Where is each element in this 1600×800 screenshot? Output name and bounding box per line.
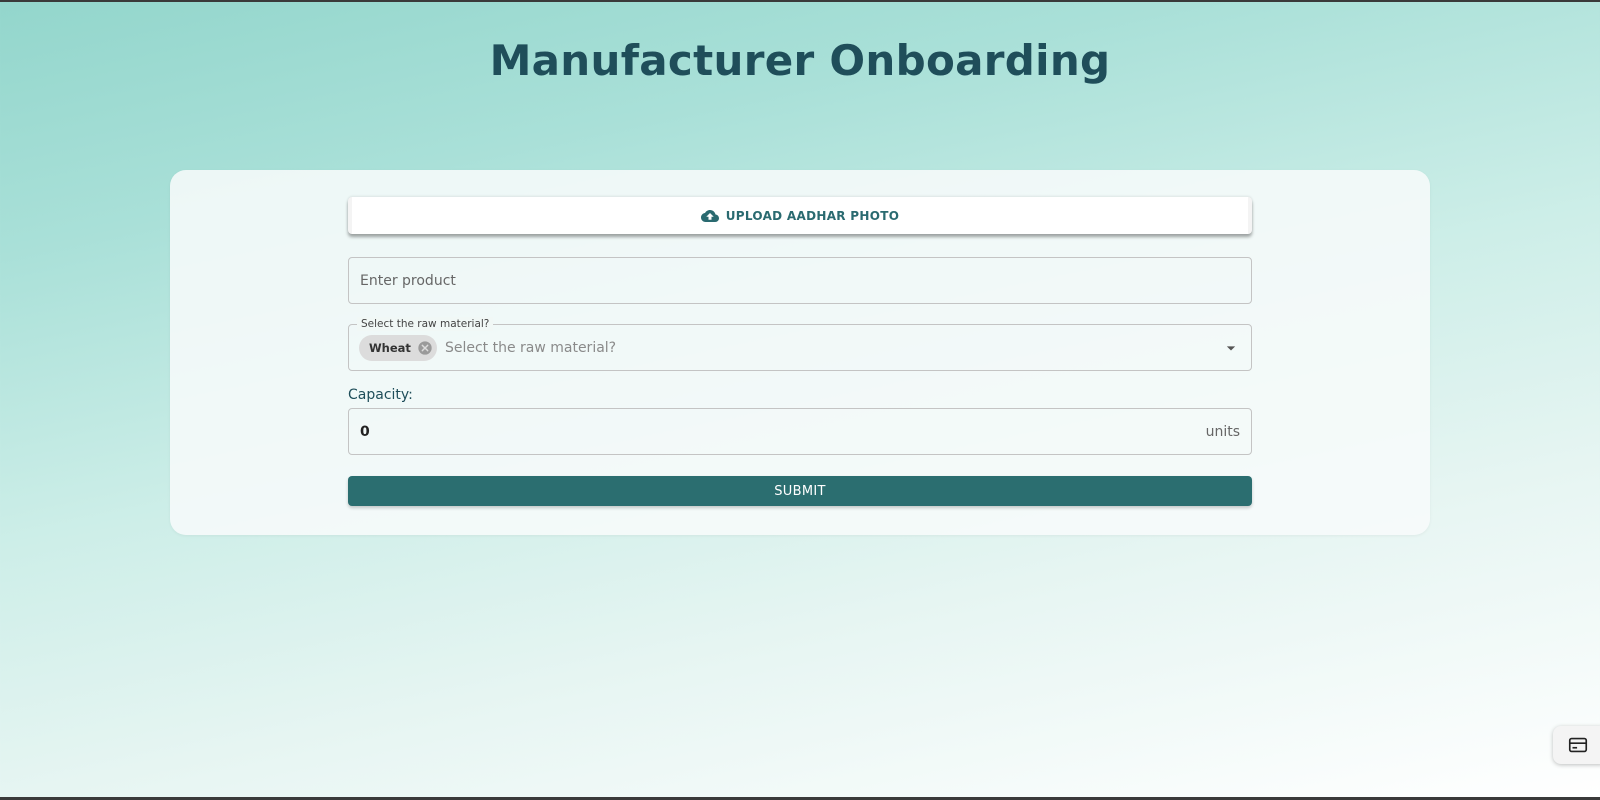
upload-button-label: UPLOAD AADHAR PHOTO: [725, 208, 900, 223]
raw-material-chip-label: Wheat: [369, 340, 411, 355]
floating-card-button[interactable]: [1553, 726, 1600, 764]
raw-material-select[interactable]: Select the raw material? Wheat Select th…: [348, 317, 1252, 371]
arrow-drop-down-icon[interactable]: [1221, 338, 1241, 358]
raw-material-chip: Wheat: [359, 334, 437, 361]
submit-button[interactable]: SUBMIT: [348, 476, 1252, 506]
window-top-border: [0, 0, 1600, 2]
cloud-upload-icon: [700, 207, 719, 225]
onboarding-card: UPLOAD AADHAR PHOTO Select the raw mater…: [170, 170, 1430, 535]
capacity-unit: units: [1205, 423, 1240, 440]
raw-material-select-placeholder: Select the raw material?: [444, 339, 617, 356]
raw-material-select-label: Select the raw material?: [357, 317, 494, 331]
cancel-icon[interactable]: [417, 340, 433, 356]
product-input[interactable]: [348, 257, 1252, 304]
upload-aadhar-photo-button[interactable]: UPLOAD AADHAR PHOTO: [348, 197, 1252, 234]
page-title: Manufacturer Onboarding: [489, 36, 1111, 85]
capacity-field: units: [348, 408, 1252, 455]
capacity-label: Capacity:: [348, 387, 413, 403]
card-icon: [1567, 734, 1589, 756]
capacity-input[interactable]: [360, 423, 1206, 440]
